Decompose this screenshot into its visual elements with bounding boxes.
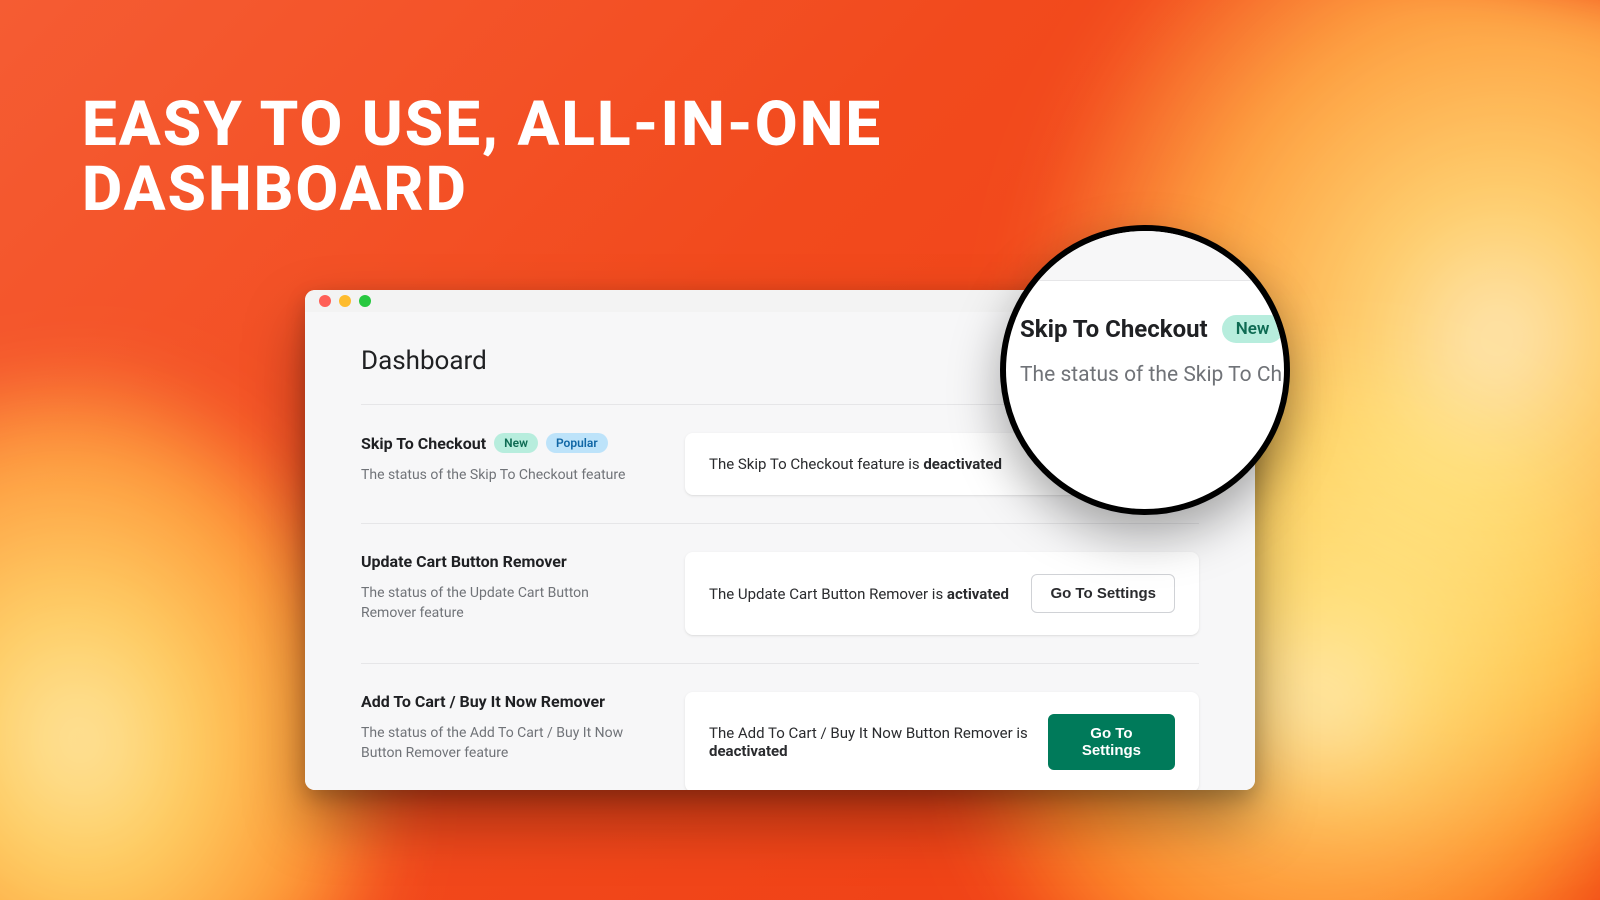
feature-summary: Add To Cart / Buy It Now Remover The sta…	[361, 692, 641, 790]
status-word: deactivated	[709, 742, 788, 760]
close-icon[interactable]	[319, 295, 331, 307]
badge-new: New	[494, 433, 538, 453]
magnifier-title: Skip To Checkout New	[1020, 315, 1290, 343]
status-prefix: The Update Cart Button Remover is	[709, 585, 947, 603]
feature-card: The Update Cart Button Remover is activa…	[685, 552, 1199, 635]
feature-desc: The status of the Skip To Checkout featu…	[361, 465, 641, 485]
feature-name: Update Cart Button Remover	[361, 552, 641, 571]
magnifier-content: ard Skip To Checkout New The status of t…	[1000, 225, 1290, 387]
feature-status: The Skip To Checkout feature is deactiva…	[709, 455, 1002, 473]
magnifier-header-fragment: ard	[1000, 225, 1290, 281]
feature-name-text: Add To Cart / Buy It Now Remover	[361, 692, 605, 711]
badge-popular: Popular	[546, 433, 608, 453]
minimize-icon[interactable]	[339, 295, 351, 307]
feature-desc: The status of the Update Cart Button Rem…	[361, 583, 641, 624]
magnifier-title-text: Skip To Checkout	[1020, 315, 1208, 343]
badge-new: New	[1222, 315, 1284, 343]
feature-summary: Skip To Checkout New Popular The status …	[361, 433, 641, 495]
feature-status: The Update Cart Button Remover is activa…	[709, 585, 1009, 603]
magnifier: ard Skip To Checkout New The status of t…	[1000, 225, 1290, 515]
feature-card: The Add To Cart / Buy It Now Button Remo…	[685, 692, 1199, 790]
feature-summary: Update Cart Button Remover The status of…	[361, 552, 641, 635]
feature-row: Update Cart Button Remover The status of…	[361, 523, 1199, 663]
go-to-settings-button[interactable]: Go To Settings	[1048, 714, 1175, 770]
feature-name-text: Skip To Checkout	[361, 434, 486, 453]
feature-desc: The status of the Add To Cart / Buy It N…	[361, 723, 641, 764]
hero-headline: EASY TO USE, ALL-IN-ONEDASHBOARD	[82, 92, 882, 222]
maximize-icon[interactable]	[359, 295, 371, 307]
hero-stage: EASY TO USE, ALL-IN-ONEDASHBOARD Dashboa…	[0, 0, 1600, 900]
status-prefix: The Skip To Checkout feature is	[709, 455, 923, 473]
status-word: deactivated	[923, 455, 1002, 473]
go-to-settings-button[interactable]: Go To Settings	[1031, 574, 1175, 613]
feature-name: Skip To Checkout New Popular	[361, 433, 641, 453]
feature-name-text: Update Cart Button Remover	[361, 552, 567, 571]
magnifier-desc-fragment: The status of the Skip To Ch	[1020, 363, 1290, 387]
status-prefix: The Add To Cart / Buy It Now Button Remo…	[709, 724, 1028, 742]
feature-name: Add To Cart / Buy It Now Remover	[361, 692, 641, 711]
status-word: activated	[947, 585, 1009, 603]
feature-row: Add To Cart / Buy It Now Remover The sta…	[361, 663, 1199, 790]
feature-status: The Add To Cart / Buy It Now Button Remo…	[709, 724, 1048, 760]
